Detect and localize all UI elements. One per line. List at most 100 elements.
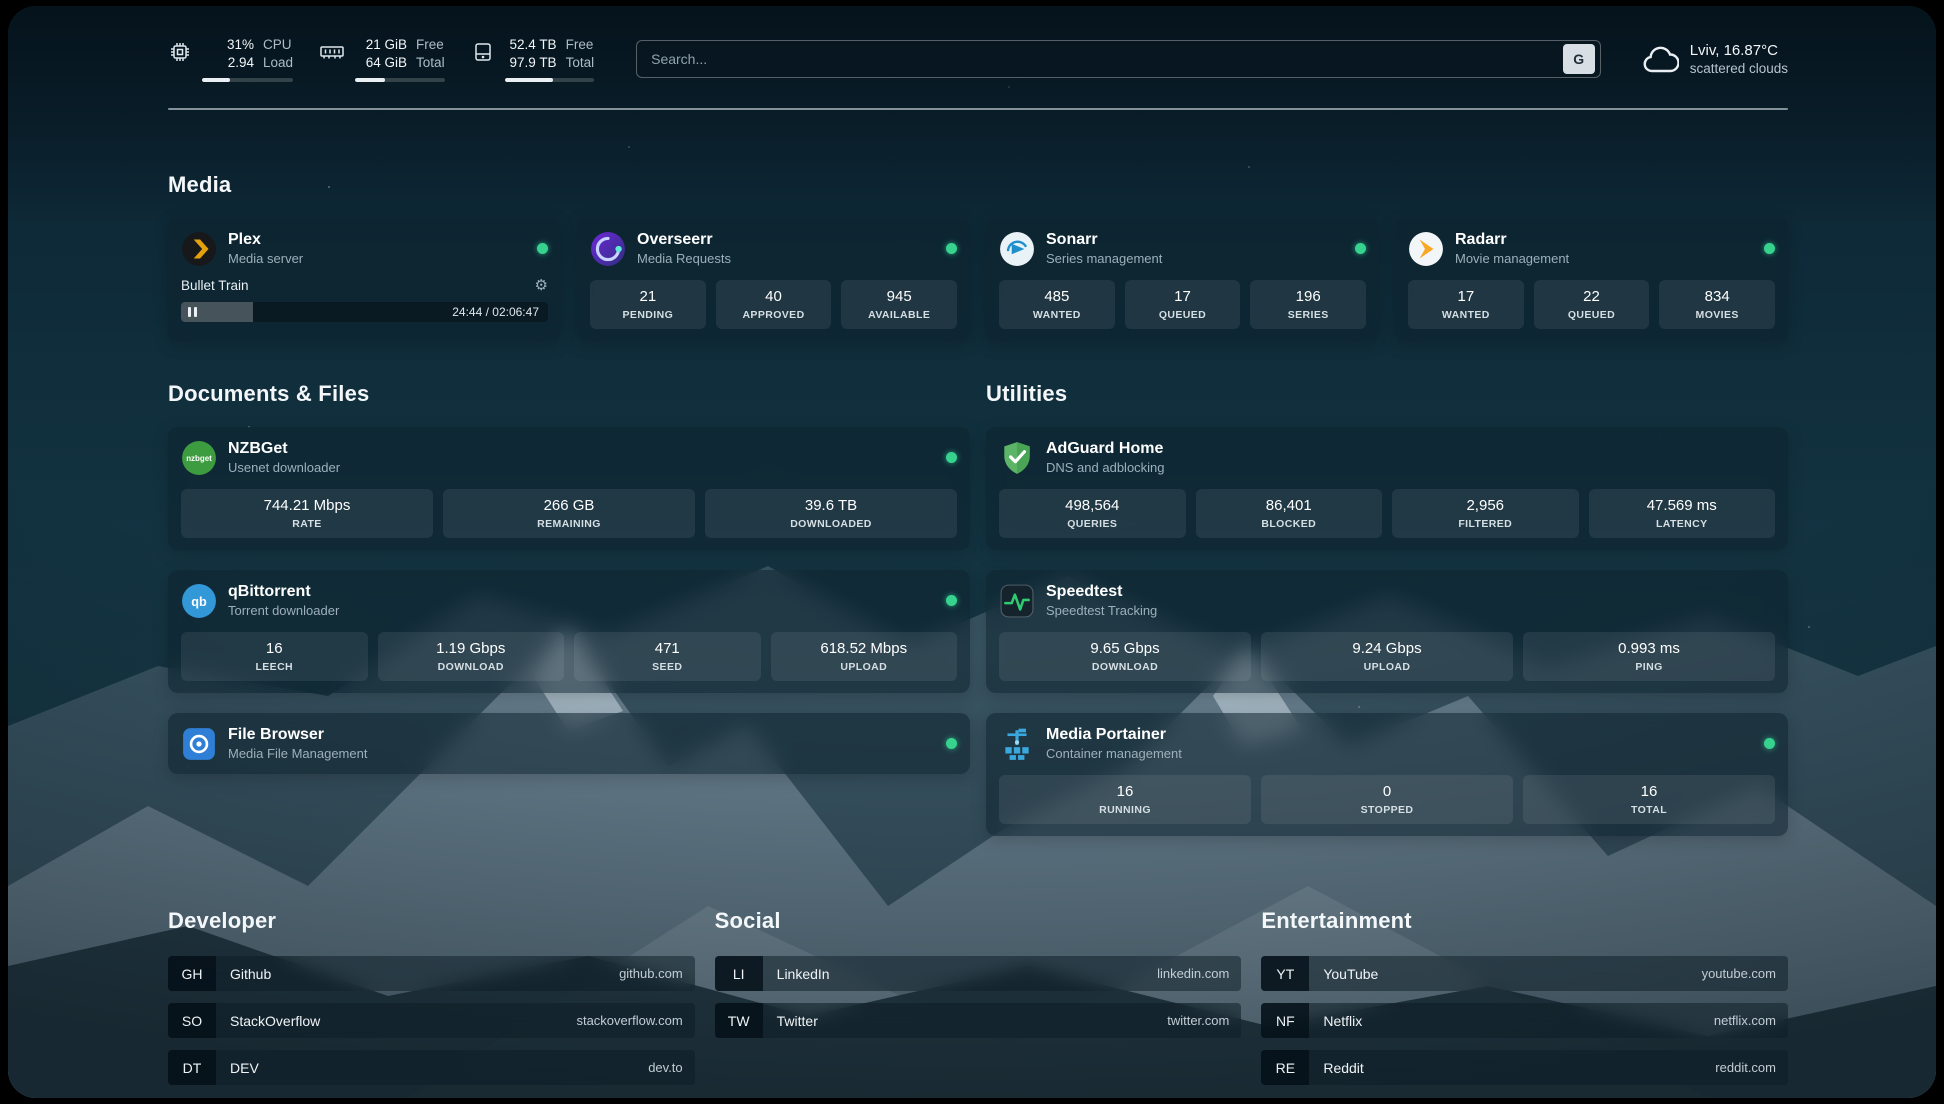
qbittorrent-icon: qb bbox=[181, 583, 217, 619]
bookmark-url: stackoverflow.com bbox=[576, 1013, 682, 1028]
memory-total-label: Total bbox=[416, 54, 445, 72]
weather-location: Lviv, 16.87°C bbox=[1690, 41, 1788, 60]
stat-wanted: 485 WANTED bbox=[999, 280, 1115, 329]
stat-label: QUERIES bbox=[1003, 518, 1182, 531]
pause-button[interactable] bbox=[188, 307, 197, 317]
portainer-card[interactable]: Media Portainer Container management 16 … bbox=[986, 713, 1788, 836]
stat-seed: 471 SEED bbox=[574, 632, 761, 681]
stat-stopped: 0 STOPPED bbox=[1261, 775, 1513, 824]
bookmark-name: YouTube bbox=[1323, 966, 1378, 982]
now-playing-title: Bullet Train bbox=[181, 278, 249, 293]
search-input[interactable] bbox=[651, 51, 1563, 67]
bookmark-netflix[interactable]: NF Netflix netflix.com bbox=[1261, 1003, 1788, 1038]
stat-value: 47.569 ms bbox=[1593, 497, 1772, 515]
radarr-card[interactable]: Radarr Movie management 17 WANTED 22 QUE… bbox=[1395, 218, 1788, 341]
files-section-title: Documents & Files bbox=[168, 381, 970, 407]
developer-section-title: Developer bbox=[168, 908, 695, 934]
stat-download: 1.19 Gbps DOWNLOAD bbox=[378, 632, 565, 681]
bookmark-abbr: DT bbox=[168, 1050, 216, 1085]
app-description: Media File Management bbox=[228, 745, 935, 762]
disk-progress-fill bbox=[505, 78, 553, 82]
stat-value: 1.19 Gbps bbox=[382, 640, 561, 658]
stat-label: PING bbox=[1527, 661, 1771, 674]
stat-rate: 744.21 Mbps RATE bbox=[181, 489, 433, 538]
playback-progress-bar[interactable]: 24:44 / 02:06:47 bbox=[181, 302, 548, 322]
stat-label: PENDING bbox=[594, 309, 702, 322]
bookmark-url: github.com bbox=[619, 966, 683, 981]
stat-downloaded: 39.6 TB DOWNLOADED bbox=[705, 489, 957, 538]
app-description: DNS and adblocking bbox=[1046, 459, 1775, 476]
plex-icon bbox=[181, 231, 217, 267]
gear-icon[interactable]: ⚙ bbox=[535, 278, 548, 293]
cpu-progress-fill bbox=[202, 78, 230, 82]
status-dot bbox=[946, 243, 957, 254]
stat-value: 834 bbox=[1663, 288, 1771, 306]
stat-value: 86,401 bbox=[1200, 497, 1379, 515]
weather-widget[interactable]: Lviv, 16.87°C scattered clouds bbox=[1641, 41, 1788, 78]
media-section-title: Media bbox=[168, 172, 1788, 198]
stat-value: 945 bbox=[845, 288, 953, 306]
stat-value: 266 GB bbox=[447, 497, 691, 515]
qbittorrent-card[interactable]: qb qBittorrent Torrent downloader 16 bbox=[168, 570, 970, 693]
stat-label: TOTAL bbox=[1527, 804, 1771, 817]
stat-leech: 16 LEECH bbox=[181, 632, 368, 681]
filebrowser-card[interactable]: File Browser Media File Management bbox=[168, 713, 970, 774]
bookmark-name: LinkedIn bbox=[777, 966, 830, 982]
bookmark-url: netflix.com bbox=[1714, 1013, 1776, 1028]
overseerr-card[interactable]: Overseerr Media Requests 21 PENDING 40 A… bbox=[577, 218, 970, 341]
disk-total-label: Total bbox=[566, 54, 595, 72]
bookmark-abbr: NF bbox=[1261, 1003, 1309, 1038]
section-entertainment: Entertainment YT YouTube youtube.com NF … bbox=[1261, 908, 1788, 1085]
entertainment-section-title: Entertainment bbox=[1261, 908, 1788, 934]
search-engine-button[interactable]: G bbox=[1563, 44, 1595, 74]
stat-label: SEED bbox=[578, 661, 757, 674]
bookmark-url: twitter.com bbox=[1167, 1013, 1229, 1028]
stat-movies: 834 MOVIES bbox=[1659, 280, 1775, 329]
bookmark-dev[interactable]: DT DEV dev.to bbox=[168, 1050, 695, 1085]
adguard-card[interactable]: AdGuard Home DNS and adblocking 498,564 … bbox=[986, 427, 1788, 550]
cpu-label: CPU bbox=[263, 36, 292, 54]
bookmark-github[interactable]: GH Github github.com bbox=[168, 956, 695, 991]
stat-value: 39.6 TB bbox=[709, 497, 953, 515]
nzbget-card[interactable]: nzbget NZBGet Usenet downloader 744.21 M… bbox=[168, 427, 970, 550]
stat-label: STOPPED bbox=[1265, 804, 1509, 817]
stat-running: 16 RUNNING bbox=[999, 775, 1251, 824]
stat-label: UPLOAD bbox=[1265, 661, 1509, 674]
app-description: Usenet downloader bbox=[228, 459, 935, 476]
bookmark-stackoverflow[interactable]: SO StackOverflow stackoverflow.com bbox=[168, 1003, 695, 1038]
sonarr-card[interactable]: Sonarr Series management 485 WANTED 17 Q… bbox=[986, 218, 1379, 341]
bookmark-linkedin[interactable]: LI LinkedIn linkedin.com bbox=[715, 956, 1242, 991]
bookmark-url: youtube.com bbox=[1702, 966, 1776, 981]
search-bar[interactable]: G bbox=[636, 40, 1601, 78]
plex-card[interactable]: Plex Media server Bullet Train ⚙ 24:44 /… bbox=[168, 218, 561, 341]
memory-icon bbox=[319, 36, 345, 64]
stat-pending: 21 PENDING bbox=[590, 280, 706, 329]
stat-value: 618.52 Mbps bbox=[775, 640, 954, 658]
hardware-stats: 31% CPU 2.94 Load bbox=[168, 36, 594, 82]
bookmark-reddit[interactable]: RE Reddit reddit.com bbox=[1261, 1050, 1788, 1085]
cpu-icon bbox=[168, 36, 192, 64]
stat-label: APPROVED bbox=[720, 309, 828, 322]
stat-value: 0 bbox=[1265, 783, 1509, 801]
section-utilities: Utilities bbox=[986, 381, 1788, 836]
cpu-load-label: Load bbox=[263, 54, 293, 72]
speedtest-card[interactable]: Speedtest Speedtest Tracking 9.65 Gbps D… bbox=[986, 570, 1788, 693]
disk-total: 97.9 TB bbox=[505, 54, 557, 72]
status-dot bbox=[1764, 243, 1775, 254]
utilities-section-title: Utilities bbox=[986, 381, 1788, 407]
stat-label: FILTERED bbox=[1396, 518, 1575, 531]
stat-value: 21 bbox=[594, 288, 702, 306]
section-developer: Developer GH Github github.com SO StackO… bbox=[168, 908, 695, 1085]
memory-total: 64 GiB bbox=[355, 54, 407, 72]
stat-blocked: 86,401 BLOCKED bbox=[1196, 489, 1383, 538]
bookmark-abbr: YT bbox=[1261, 956, 1309, 991]
stat-wanted: 17 WANTED bbox=[1408, 280, 1524, 329]
stat-value: 485 bbox=[1003, 288, 1111, 306]
bookmark-twitter[interactable]: TW Twitter twitter.com bbox=[715, 1003, 1242, 1038]
stat-total: 16 TOTAL bbox=[1523, 775, 1775, 824]
bookmark-url: dev.to bbox=[648, 1060, 682, 1075]
bookmark-youtube[interactable]: YT YouTube youtube.com bbox=[1261, 956, 1788, 991]
snow-specks bbox=[8, 6, 10, 8]
status-dot bbox=[1355, 243, 1366, 254]
stat-label: LATENCY bbox=[1593, 518, 1772, 531]
